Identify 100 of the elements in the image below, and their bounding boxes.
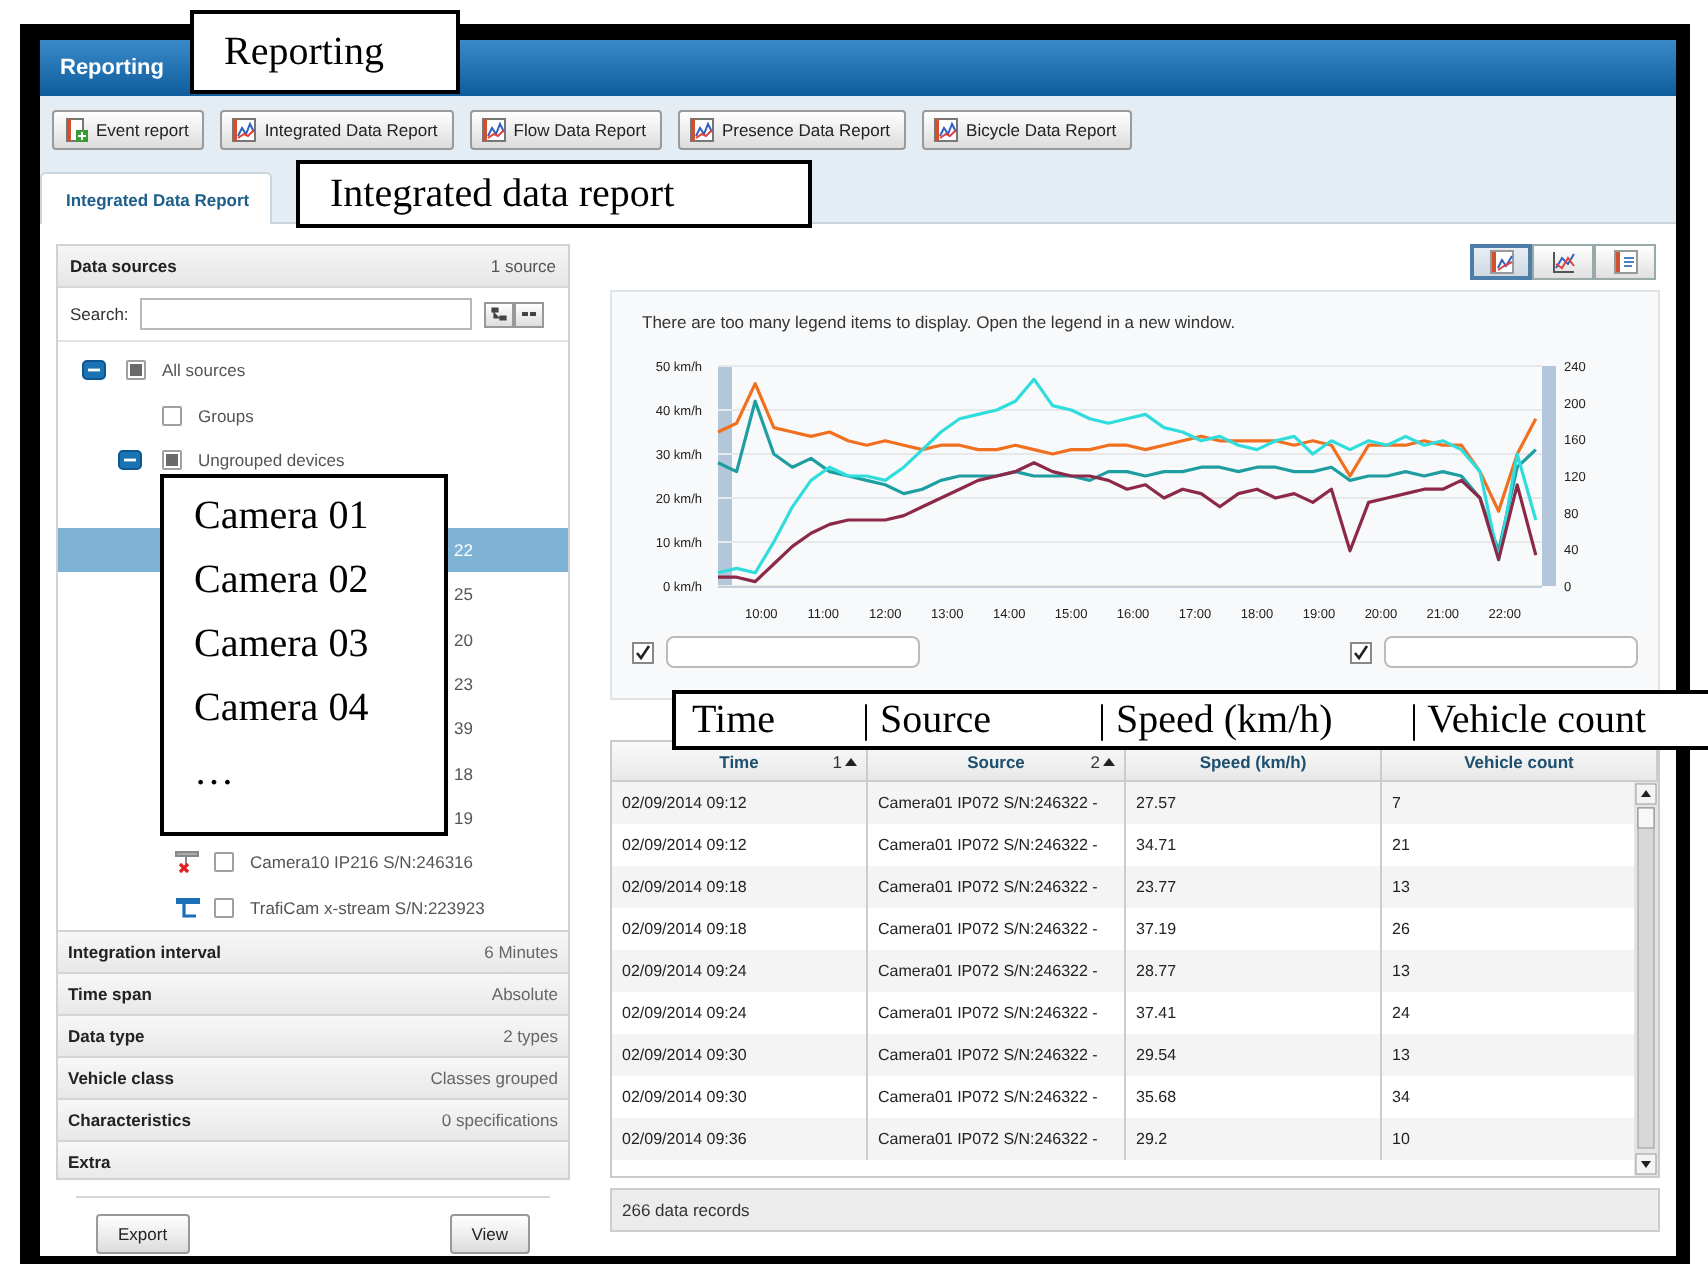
callout-text: Camera 01 [194,492,371,542]
section-value: 6 Minutes [484,942,558,962]
section-title: Characteristics [68,1110,191,1130]
section-title: Vehicle class [68,1068,174,1088]
table-cell: 29.2 [1126,1118,1382,1160]
section-value: Absolute [491,984,558,1004]
table-cell-text: 34 [1390,1086,1412,1110]
range-handle[interactable] [1542,366,1556,586]
table-cell: Camera01 IP072 S/N:246322 - [868,866,1126,908]
table-cell-text: 21 [1390,834,1412,858]
table-cell: 02/09/2014 09:12 [612,782,868,824]
callout-text: Camera 04 [194,684,371,734]
table-cell-text: 13 [1390,960,1412,984]
section-value: 0 specifications [441,1110,558,1130]
camera-error-icon [174,850,202,875]
section-value: Classes grouped [430,1068,558,1088]
table-cell: 02/09/2014 09:30 [612,1034,868,1076]
collapse-icon[interactable] [82,360,106,381]
settings-section[interactable]: Vehicle class Classes grouped [58,1056,568,1098]
table-cell: 02/09/2014 09:36 [612,1118,868,1160]
table-cell: Camera01 IP072 S/N:246322 - [868,782,1126,824]
chart-icon [689,118,714,142]
table-cell: Camera01 IP072 S/N:246322 - [868,1118,1126,1160]
chart-icon [481,118,506,142]
settings-section[interactable]: Time span Absolute [58,972,568,1014]
search-label: Search: [70,304,129,324]
window-title: Reporting [60,56,164,80]
report-button[interactable]: Flow Data Report [469,110,662,150]
table-cell: 23.77 [1126,866,1382,908]
sort-order: 2 [1090,752,1100,772]
table-cell: 28.77 [1126,950,1382,992]
callout-text: … [194,748,236,798]
checkbox[interactable] [632,641,654,663]
callout-text: Time [692,696,778,744]
chart-icon [934,118,959,142]
callout-text: | Source [862,696,994,744]
checkbox[interactable] [162,449,182,470]
scrollbar[interactable] [1634,782,1658,1176]
table-icon [1613,250,1637,274]
checkbox[interactable] [1350,641,1372,663]
callout-text: Camera 02 [194,556,371,606]
checkbox[interactable] [214,852,234,873]
callout-text: Reporting [224,28,386,78]
action-button[interactable]: Export [96,1214,190,1254]
table-cell: Camera01 IP072 S/N:246322 - [868,1034,1126,1076]
table-cell: 27.57 [1126,782,1382,824]
tree-item[interactable]: Ungrouped devices [58,437,568,483]
check-icon [634,643,652,661]
list-icon [520,306,539,322]
callout-text: | Vehicle count [1410,696,1649,744]
table-cell-text: 13 [1390,876,1412,900]
section-title: Integration interval [68,942,222,962]
line-chart-icon [1551,250,1575,274]
table-cell: 29.54 [1126,1034,1382,1076]
collapse-icon[interactable] [118,449,142,470]
settings-section[interactable]: Extra [58,1140,568,1178]
tree-item[interactable]: TrafiCam x-stream S/N:223923 [58,885,568,931]
list-view-button[interactable] [514,301,545,327]
tab[interactable]: Integrated Data Report [40,172,272,224]
tree-view-button[interactable] [484,301,515,327]
dropdown-field[interactable] [666,636,920,668]
report-button[interactable]: Integrated Data Report [220,110,454,150]
table-cell: Camera01 IP072 S/N:246322 - [868,950,1126,992]
camera-icon [174,895,202,920]
callout-text: | Speed (km/h) [1098,696,1335,744]
tree-item[interactable]: All sources [58,348,568,393]
view-mode-button[interactable] [1470,244,1532,280]
section-title: Data type [68,1026,145,1046]
dropdown-field[interactable] [1384,636,1638,668]
tree-icon [490,306,509,322]
source-count: 1 source [490,256,556,276]
settings-section[interactable]: Characteristics 0 specifications [58,1098,568,1140]
tree-item[interactable]: Groups [58,392,568,438]
view-mode-button[interactable] [1532,244,1594,280]
tree-item[interactable]: Camera10 IP216 S/N:246316 [58,840,568,886]
search-field[interactable] [140,298,473,330]
report-button[interactable]: Event report [52,110,205,150]
view-mode-button[interactable] [1594,244,1656,280]
sort-arrow-icon [844,756,858,768]
table-cell-text: 24 [1390,1002,1412,1026]
table-cell-text: 7 [1390,792,1403,816]
sort-arrow-icon [1102,756,1116,768]
chart-icon [1489,250,1513,274]
table-cell: 02/09/2014 09:24 [612,950,868,992]
check-icon [1352,643,1370,661]
action-button[interactable]: View [449,1214,530,1254]
callout-text: Integrated data report [330,170,677,220]
checkbox[interactable] [162,405,182,426]
checkbox[interactable] [214,897,234,918]
checkbox[interactable] [126,360,146,381]
table-cell: 02/09/2014 09:18 [612,866,868,908]
table-cell-text: 10 [1390,1128,1412,1152]
report-button[interactable]: Presence Data Report [677,110,907,150]
section-value: 2 types [503,1026,558,1046]
panel-title: Data sources [70,256,177,276]
sort-order: 1 [832,752,842,772]
settings-section[interactable]: Integration interval 6 Minutes [58,930,568,972]
callout-text: Camera 03 [194,620,371,670]
report-button[interactable]: Bicycle Data Report [922,110,1133,150]
settings-section[interactable]: Data type 2 types [58,1014,568,1056]
